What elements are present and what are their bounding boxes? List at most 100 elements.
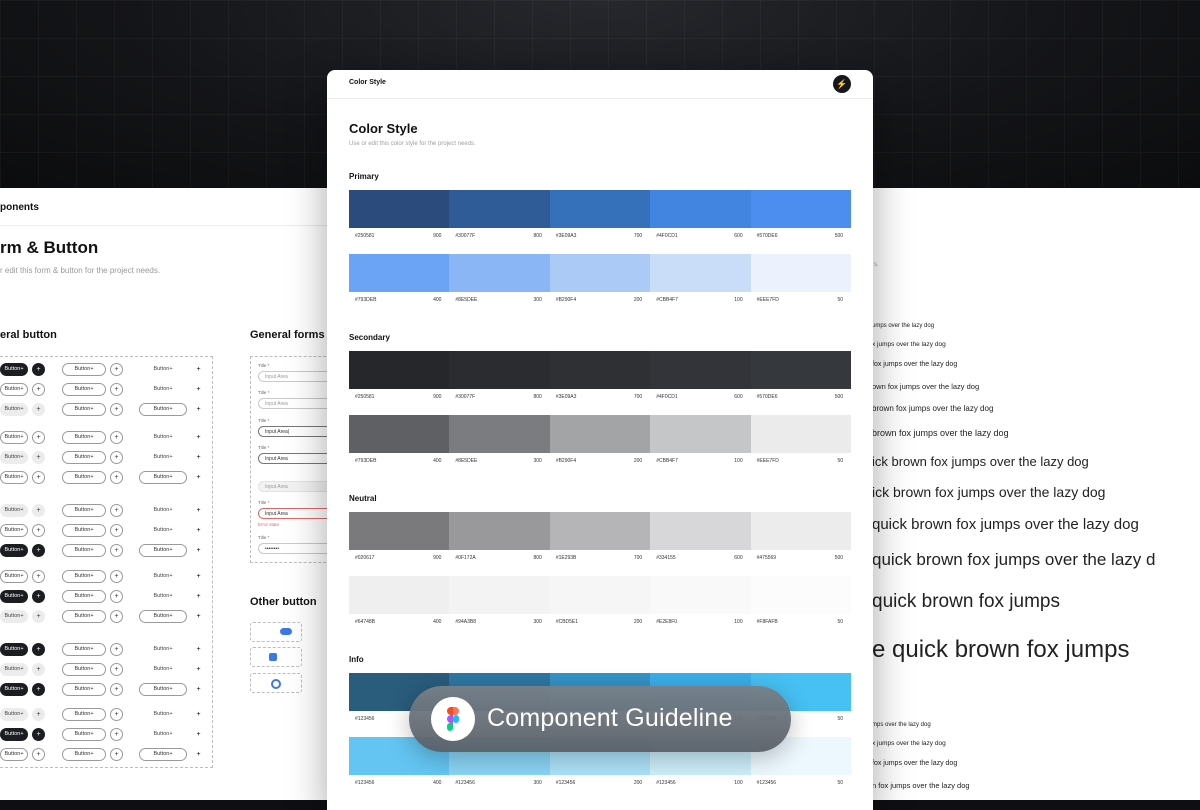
- color-swatch[interactable]: [449, 576, 550, 614]
- icon-button[interactable]: +: [110, 642, 123, 656]
- form-input-error[interactable]: Input Area: [258, 508, 333, 519]
- icon-button[interactable]: +: [32, 450, 45, 464]
- color-swatch[interactable]: [349, 254, 450, 292]
- button[interactable]: Button +: [62, 430, 106, 444]
- color-swatch[interactable]: [750, 190, 852, 228]
- icon-button[interactable]: +: [192, 471, 205, 484]
- icon-button[interactable]: +: [32, 523, 45, 537]
- color-swatch[interactable]: [750, 415, 852, 453]
- button[interactable]: Button +: [62, 382, 106, 396]
- password-field[interactable]: ••••••••: [258, 543, 333, 554]
- color-swatch[interactable]: [549, 512, 651, 550]
- icon-button[interactable]: +: [32, 430, 45, 444]
- form-input-disabled[interactable]: Input Area: [258, 481, 333, 492]
- color-swatch[interactable]: [650, 415, 751, 453]
- color-swatch[interactable]: [449, 415, 550, 453]
- icon-button[interactable]: +: [110, 382, 123, 396]
- icon-button[interactable]: +: [110, 450, 123, 464]
- color-swatch[interactable]: [549, 254, 651, 292]
- checkbox[interactable]: [269, 653, 277, 661]
- color-swatch[interactable]: [349, 415, 450, 453]
- button[interactable]: Button +: [62, 609, 106, 623]
- icon-button[interactable]: +: [110, 402, 123, 416]
- button[interactable]: Button +: [0, 450, 28, 464]
- icon-button[interactable]: +: [110, 503, 123, 517]
- icon-button[interactable]: +: [110, 662, 123, 676]
- button[interactable]: Button +: [0, 589, 28, 603]
- button[interactable]: Button +: [62, 727, 106, 741]
- form-input-focused[interactable]: Input Area|: [258, 426, 333, 437]
- color-swatch[interactable]: [549, 415, 651, 453]
- button[interactable]: Button +: [0, 543, 28, 557]
- icon-button[interactable]: +: [32, 682, 45, 696]
- icon-button[interactable]: +: [32, 569, 45, 583]
- icon-button[interactable]: +: [192, 431, 205, 444]
- button[interactable]: Button +: [139, 708, 187, 721]
- color-swatch[interactable]: [750, 576, 852, 614]
- icon-button[interactable]: +: [192, 544, 205, 557]
- color-swatch[interactable]: [349, 512, 450, 550]
- color-swatch[interactable]: [349, 576, 450, 614]
- button[interactable]: Button +: [62, 470, 106, 484]
- color-swatch[interactable]: [650, 512, 751, 550]
- icon-button[interactable]: +: [32, 382, 45, 396]
- icon-button[interactable]: +: [32, 727, 45, 741]
- color-swatch[interactable]: [650, 576, 751, 614]
- icon-button[interactable]: +: [192, 570, 205, 583]
- form-input-filled[interactable]: Input Area: [258, 453, 333, 464]
- color-swatch[interactable]: [650, 254, 751, 292]
- color-swatch[interactable]: [650, 351, 751, 389]
- button[interactable]: Button +: [62, 589, 106, 603]
- button[interactable]: Button +: [139, 663, 187, 676]
- button[interactable]: Button +: [62, 523, 106, 537]
- icon-button[interactable]: +: [192, 610, 205, 623]
- button[interactable]: Button +: [62, 747, 106, 761]
- button[interactable]: Button +: [139, 543, 187, 557]
- icon-button[interactable]: +: [192, 403, 205, 416]
- icon-button[interactable]: +: [110, 470, 123, 484]
- bolt-button[interactable]: ⚡: [833, 75, 851, 93]
- button[interactable]: Button +: [0, 609, 28, 623]
- icon-button[interactable]: +: [192, 524, 205, 537]
- color-swatch[interactable]: [449, 190, 550, 228]
- button[interactable]: Button +: [139, 590, 187, 603]
- icon-button[interactable]: +: [32, 402, 45, 416]
- icon-button[interactable]: +: [110, 747, 123, 761]
- icon-button[interactable]: +: [110, 682, 123, 696]
- icon-button[interactable]: +: [192, 663, 205, 676]
- icon-button[interactable]: +: [110, 362, 123, 376]
- button[interactable]: Button +: [62, 569, 106, 583]
- color-swatch[interactable]: [549, 351, 651, 389]
- button[interactable]: Button +: [62, 543, 106, 557]
- button[interactable]: Button +: [139, 504, 187, 517]
- button[interactable]: Button +: [139, 383, 187, 396]
- color-swatch[interactable]: [449, 254, 550, 292]
- button[interactable]: Button +: [62, 503, 106, 517]
- button[interactable]: Button +: [0, 362, 28, 376]
- form-input[interactable]: Input Area: [258, 371, 333, 382]
- button[interactable]: Button +: [62, 362, 106, 376]
- button[interactable]: Button +: [0, 569, 28, 583]
- button[interactable]: Button +: [139, 451, 187, 464]
- icon-button[interactable]: +: [110, 707, 123, 721]
- button[interactable]: Button +: [139, 431, 187, 444]
- button[interactable]: Button +: [139, 570, 187, 583]
- color-swatch[interactable]: [349, 190, 450, 228]
- color-swatch[interactable]: [549, 190, 651, 228]
- button[interactable]: Button +: [0, 430, 28, 444]
- button[interactable]: Button +: [62, 450, 106, 464]
- icon-button[interactable]: +: [32, 589, 45, 603]
- color-swatch[interactable]: [650, 190, 751, 228]
- button[interactable]: Button +: [0, 727, 28, 741]
- icon-button[interactable]: +: [110, 569, 123, 583]
- color-swatch[interactable]: [750, 512, 852, 550]
- icon-button[interactable]: +: [192, 590, 205, 603]
- icon-button[interactable]: +: [110, 589, 123, 603]
- icon-button[interactable]: +: [32, 543, 45, 557]
- icon-button[interactable]: +: [110, 543, 123, 557]
- button[interactable]: Button +: [0, 402, 28, 416]
- icon-button[interactable]: +: [110, 430, 123, 444]
- button[interactable]: Button +: [62, 662, 106, 676]
- button[interactable]: Button +: [0, 382, 28, 396]
- icon-button[interactable]: +: [192, 728, 205, 741]
